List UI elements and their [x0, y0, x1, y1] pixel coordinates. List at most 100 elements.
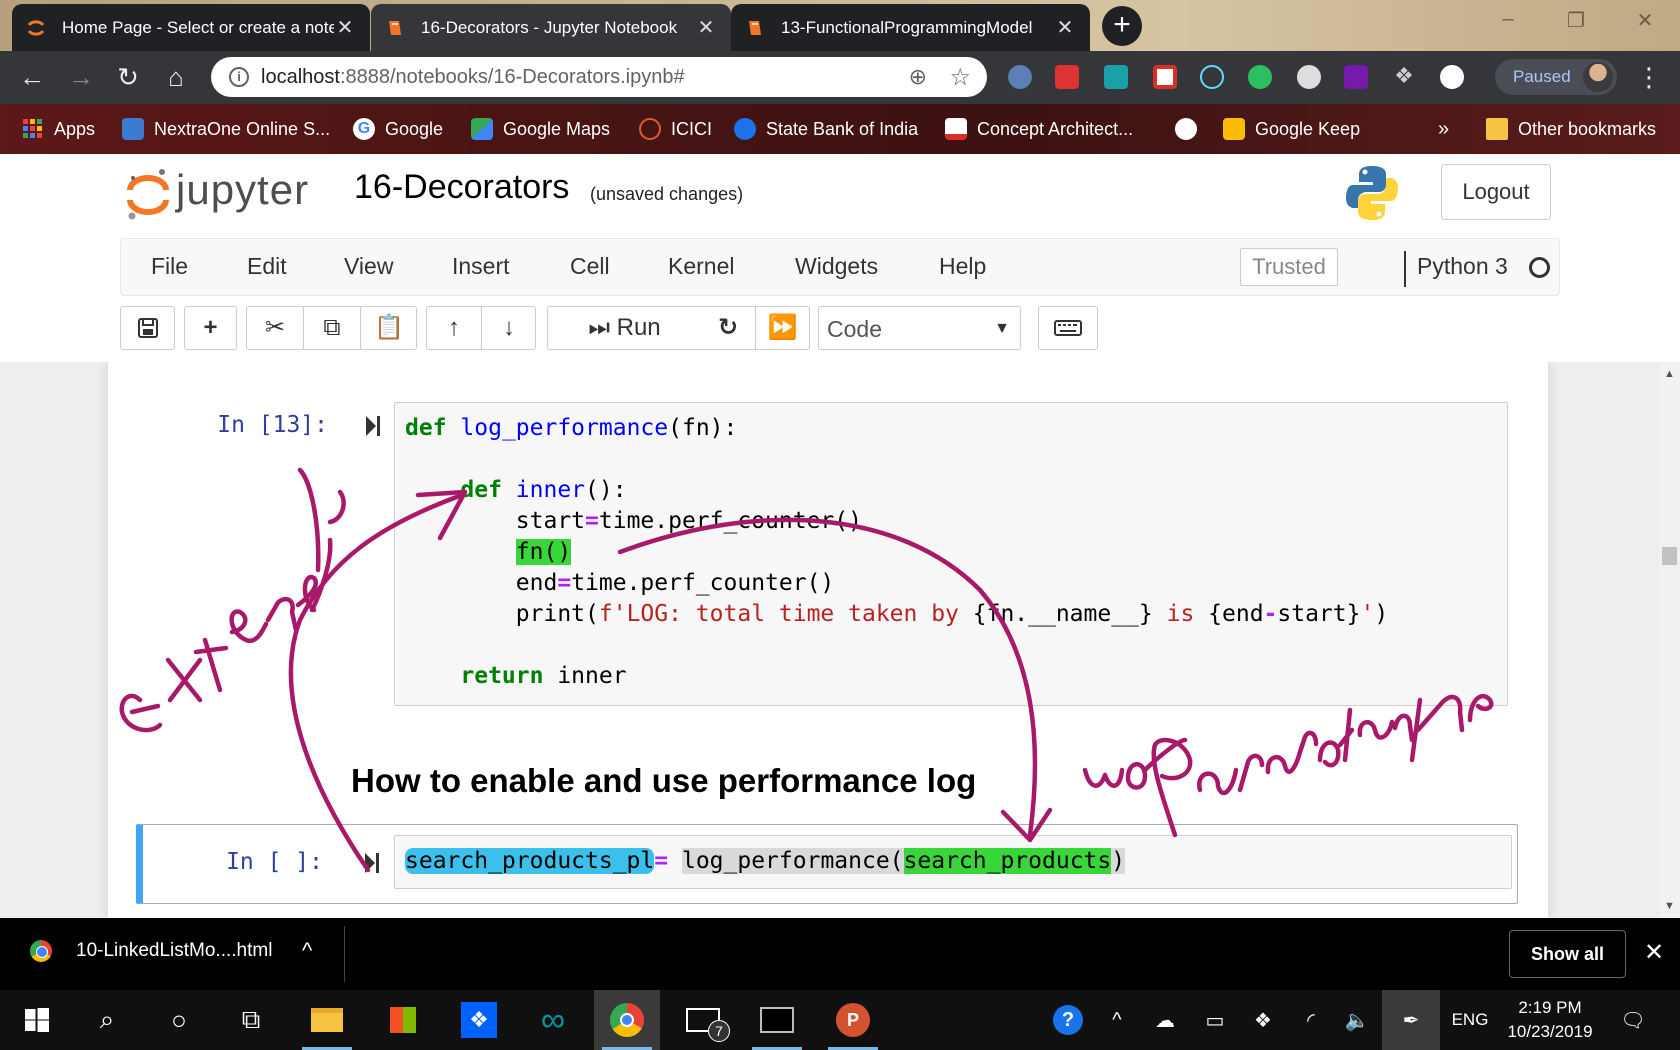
cortana-icon[interactable]: ○: [146, 990, 212, 1050]
battery-icon[interactable]: ▭: [1198, 990, 1232, 1050]
task-view-icon[interactable]: ⧉: [218, 990, 284, 1050]
new-tab-plus-icon[interactable]: +: [1102, 6, 1142, 46]
scroll-up-arrow-icon[interactable]: ▲: [1659, 368, 1680, 380]
language-indicator[interactable]: ENG: [1448, 990, 1492, 1050]
cell-type-select[interactable]: Code ▼: [818, 306, 1021, 350]
zoom-icon[interactable]: ⊕: [909, 64, 927, 90]
copy-button[interactable]: ⧉: [304, 307, 361, 349]
menu-kernel[interactable]: Kernel: [668, 253, 734, 280]
more-menu-icon[interactable]: ⋮: [1636, 61, 1662, 93]
file-explorer-icon[interactable]: [294, 990, 360, 1050]
dropbox-tray-icon[interactable]: ❖: [1246, 990, 1280, 1050]
move-down-button[interactable]: ↓: [482, 307, 536, 349]
restore-icon[interactable]: ❐: [1561, 8, 1591, 33]
bookmark-google-maps[interactable]: Google Maps: [471, 104, 610, 154]
store-icon[interactable]: [370, 990, 436, 1050]
gmail-icon[interactable]: [1153, 65, 1177, 89]
site-info-icon[interactable]: i: [229, 67, 249, 87]
logout-button[interactable]: Logout: [1441, 164, 1551, 220]
selected-code-cell[interactable]: In [ ]: search_products_pl= log_performa…: [136, 824, 1518, 904]
show-all-button[interactable]: Show all: [1509, 930, 1626, 978]
bookmark-globe[interactable]: [1175, 104, 1207, 154]
terminal-icon[interactable]: [744, 990, 810, 1050]
notebook-name[interactable]: 16-Decorators: [354, 168, 569, 207]
dropbox-icon[interactable]: ❖: [1392, 65, 1416, 89]
extension-icon[interactable]: [1440, 65, 1464, 89]
scroll-down-arrow-icon[interactable]: ▼: [1659, 900, 1680, 912]
tab-close-icon[interactable]: ✕: [334, 15, 356, 40]
run-cell-icon[interactable]: [364, 414, 382, 438]
clock[interactable]: 2:19 PM 10/23/2019: [1495, 996, 1605, 1044]
profile-paused-chip[interactable]: Paused: [1495, 59, 1617, 95]
address-bar[interactable]: i localhost:8888/notebooks/16-Decorators…: [211, 57, 987, 97]
code-cell-source[interactable]: search_products_pl= log_performance(sear…: [405, 846, 1126, 877]
command-palette-button[interactable]: [1038, 306, 1098, 350]
jupyter-logo[interactable]: jupyter: [124, 164, 324, 224]
mail-icon[interactable]: 7: [670, 990, 736, 1050]
menu-help[interactable]: Help: [939, 253, 986, 280]
search-icon[interactable]: ⌕: [74, 990, 140, 1050]
reload-icon[interactable]: ↻: [112, 61, 144, 93]
bookmark-apps[interactable]: Apps: [22, 104, 95, 154]
minimize-icon[interactable]: –: [1493, 8, 1523, 31]
paste-button[interactable]: 📋: [361, 307, 417, 349]
chrome-taskbar-icon[interactable]: [594, 990, 660, 1050]
extension-icon[interactable]: [1297, 65, 1321, 89]
run-cell-icon[interactable]: [363, 851, 381, 875]
volume-icon[interactable]: 🔈: [1340, 990, 1374, 1050]
tab-close-icon[interactable]: ✕: [695, 15, 717, 40]
download-item[interactable]: 10-LinkedListMo....html: [30, 940, 272, 962]
bookmark-google-keep[interactable]: Google Keep: [1223, 104, 1360, 154]
tray-chevron-up-icon[interactable]: ^: [1102, 990, 1132, 1050]
code-cell-input[interactable]: search_products_pl= log_performance(sear…: [394, 835, 1512, 889]
help-icon[interactable]: ?: [1050, 990, 1086, 1050]
extension-icon[interactable]: [1008, 65, 1032, 89]
back-arrow-icon[interactable]: ←: [16, 61, 48, 93]
code-cell-input[interactable]: def log_performance(fn): def inner(): st…: [394, 402, 1508, 706]
tab-13-functional-programming[interactable]: 13-FunctionalProgrammingModel ✕: [731, 4, 1090, 51]
react-icon[interactable]: [1200, 65, 1224, 89]
dropbox-icon[interactable]: ❖: [446, 990, 512, 1050]
onenote-icon[interactable]: [1344, 65, 1368, 89]
forward-arrow-icon[interactable]: →: [65, 61, 97, 93]
evernote-icon[interactable]: [1248, 65, 1272, 89]
bookmark-state-bank[interactable]: State Bank of India: [734, 104, 918, 154]
close-icon[interactable]: ✕: [1644, 938, 1664, 967]
scrollbar-thumb[interactable]: [1662, 547, 1677, 565]
bookmark-star-icon[interactable]: ☆: [949, 63, 971, 92]
extension-icon[interactable]: [1055, 65, 1079, 89]
restart-kernel-button[interactable]: ↻: [701, 307, 756, 349]
arduino-icon[interactable]: ∞: [520, 990, 586, 1050]
bookmark-google[interactable]: G Google: [353, 104, 443, 154]
bookmark-icici[interactable]: ICICI: [639, 104, 712, 154]
url-text[interactable]: localhost:8888/notebooks/16-Decorators.i…: [261, 66, 685, 89]
run-button[interactable]: ⏭ Run: [548, 307, 702, 349]
restart-run-all-button[interactable]: ⏩: [756, 307, 809, 349]
pen-workspace-icon[interactable]: ✒: [1382, 990, 1440, 1050]
notebook-scrollbar[interactable]: ▲ ▼: [1659, 362, 1680, 918]
home-icon[interactable]: ⌂: [160, 61, 192, 93]
menu-widgets[interactable]: Widgets: [795, 253, 878, 280]
menu-edit[interactable]: Edit: [247, 253, 287, 280]
tab-close-icon[interactable]: ✕: [1054, 15, 1076, 40]
move-up-button[interactable]: ↑: [427, 307, 482, 349]
extension-icon[interactable]: [1104, 65, 1128, 89]
bookmark-other-bookmarks[interactable]: Other bookmarks: [1486, 104, 1656, 154]
save-button[interactable]: [120, 306, 175, 350]
notebook-container[interactable]: In [13]: def log_performance(fn): def in…: [0, 362, 1680, 918]
menu-view[interactable]: View: [344, 253, 393, 280]
kernel-name[interactable]: Python 3: [1417, 253, 1508, 280]
bookmark-nextraone[interactable]: NextraOne Online S...: [122, 104, 330, 154]
tab-16-decorators[interactable]: 16-Decorators - Jupyter Notebook ✕: [371, 4, 731, 51]
chevron-up-icon[interactable]: ^: [302, 938, 312, 964]
cut-button[interactable]: ✂: [247, 307, 304, 349]
onedrive-icon[interactable]: ☁: [1148, 990, 1182, 1050]
code-cell-source[interactable]: def log_performance(fn): def inner(): st…: [405, 413, 1388, 692]
bookmark-concept-architect[interactable]: Concept Architect...: [945, 104, 1133, 154]
tab-home-page[interactable]: Home Page - Select or create a notebook …: [12, 4, 370, 51]
menu-cell[interactable]: Cell: [570, 253, 610, 280]
bookmarks-overflow-chevron[interactable]: »: [1438, 104, 1449, 154]
trusted-indicator[interactable]: Trusted: [1240, 248, 1338, 286]
close-window-icon[interactable]: ✕: [1630, 8, 1660, 33]
wifi-icon[interactable]: ◜: [1294, 990, 1328, 1050]
